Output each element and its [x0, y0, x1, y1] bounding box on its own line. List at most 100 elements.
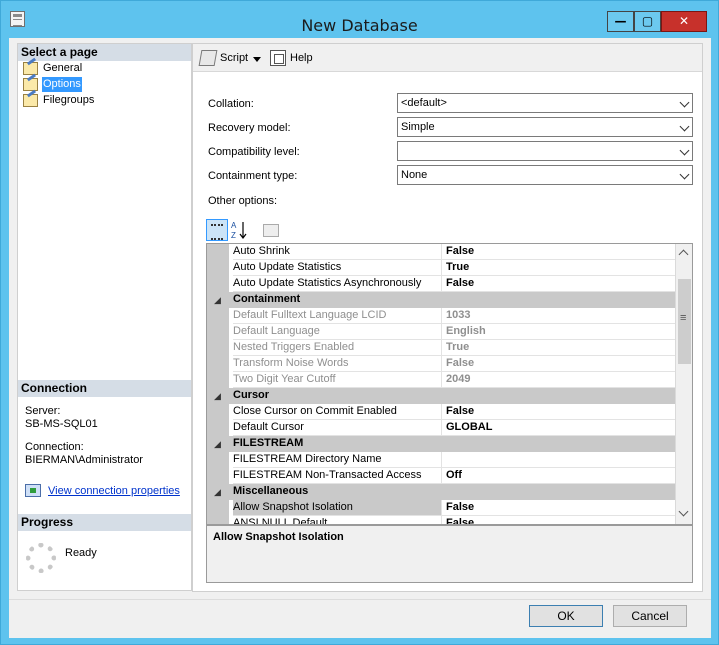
grid-category-row[interactable]: ◢ Cursor — [207, 388, 675, 404]
containment-type-label: Containment type: — [208, 170, 298, 182]
grid-property-row[interactable]: Allow Snapshot Isolation False — [207, 500, 675, 516]
row-gutter — [207, 468, 229, 484]
property-name: Nested Triggers Enabled — [233, 340, 441, 356]
page-item-label: General — [43, 62, 83, 74]
property-value[interactable]: True — [441, 340, 675, 356]
grid-property-row[interactable]: Close Cursor on Commit Enabled False — [207, 404, 675, 420]
page-item-filegroups[interactable]: Filegroups — [21, 93, 95, 108]
grid-property-row[interactable]: Auto Update Statistics Asynchronously Fal… — [207, 276, 675, 292]
server-value: SB-MS-SQL01 — [25, 418, 98, 430]
left-pane: Select a page General Options Filegroups… — [17, 43, 192, 591]
collation-select[interactable]: <default> — [397, 93, 693, 113]
grid-property-row[interactable]: Two Digit Year Cutoff 2049 — [207, 372, 675, 388]
property-value[interactable]: Off — [441, 468, 675, 484]
row-gutter — [207, 516, 229, 524]
collapse-toggle-icon[interactable]: ◢ — [214, 389, 221, 404]
grid-property-row[interactable]: Default Cursor GLOBAL — [207, 420, 675, 436]
grid-category-row[interactable]: ◢ FILESTREAM — [207, 436, 675, 452]
property-value[interactable]: False — [441, 500, 675, 516]
grid-category-row[interactable]: ◢ Containment — [207, 292, 675, 308]
scroll-thumb[interactable] — [678, 279, 691, 364]
grid-category-row[interactable]: ◢ Miscellaneous — [207, 484, 675, 500]
grid-property-row[interactable]: Transform Noise Words False — [207, 356, 675, 372]
grid-property-row[interactable]: Default Fulltext Language LCID 1033 — [207, 308, 675, 324]
collation-value: <default> — [401, 97, 447, 109]
other-options-label: Other options: — [208, 195, 278, 207]
property-name: FILESTREAM Non-Transacted Access — [233, 468, 441, 484]
cancel-button[interactable]: Cancel — [613, 605, 687, 627]
page-item-label: Filegroups — [43, 94, 95, 106]
containment-type-select[interactable]: None — [397, 165, 693, 185]
compatibility-level-label: Compatibility level: — [208, 146, 300, 158]
property-name: Auto Update Statistics Asynchronously — [233, 276, 441, 292]
grid-property-row[interactable]: FILESTREAM Directory Name — [207, 452, 675, 468]
script-dropdown-arrow-icon[interactable] — [253, 57, 261, 62]
minimize-button[interactable]: — — [607, 11, 634, 32]
connection-properties-icon — [25, 484, 41, 497]
scroll-up-arrow-icon[interactable] — [678, 249, 689, 260]
collation-label: Collation: — [208, 98, 254, 110]
chevron-down-icon — [679, 169, 690, 180]
right-pane: Script Help Collation: <default> Recover… — [192, 43, 703, 592]
title-bar[interactable]: New Database — ▢ ✕ — [1, 1, 718, 37]
row-gutter — [207, 276, 229, 292]
connection-header: Connection — [18, 380, 191, 397]
property-name: Default Cursor — [233, 420, 441, 436]
grid-property-row[interactable]: Nested Triggers Enabled True — [207, 340, 675, 356]
vertical-scrollbar[interactable] — [675, 244, 692, 524]
alphabetical-sort-icon[interactable]: A Z — [228, 219, 250, 241]
close-button[interactable]: ✕ — [661, 11, 707, 32]
category-name: Cursor — [233, 389, 270, 401]
wrench-page-icon — [23, 62, 38, 75]
script-icon — [198, 50, 218, 66]
grid-property-row[interactable]: Auto Shrink False — [207, 244, 675, 260]
property-value[interactable]: False — [441, 244, 675, 260]
help-button[interactable]: Help — [270, 50, 313, 66]
property-value[interactable]: True — [441, 260, 675, 276]
maximize-button[interactable]: ▢ — [634, 11, 661, 32]
grid-property-row[interactable]: Default Language English — [207, 324, 675, 340]
view-connection-properties-link[interactable]: View connection properties — [25, 484, 180, 499]
script-button[interactable]: Script — [198, 50, 249, 66]
property-description-panel: Allow Snapshot Isolation — [206, 525, 693, 583]
grid-property-row[interactable]: ANSI NULL Default False — [207, 516, 675, 524]
property-value[interactable]: 1033 — [441, 308, 675, 324]
category-name: FILESTREAM — [233, 437, 304, 449]
page-item-general[interactable]: General — [21, 61, 83, 76]
grid-property-row[interactable]: Auto Update Statistics True — [207, 260, 675, 276]
svg-text:A: A — [231, 221, 237, 230]
property-name: Close Cursor on Commit Enabled — [233, 404, 441, 420]
view-connection-properties-text[interactable]: View connection properties — [48, 485, 180, 497]
row-gutter — [207, 452, 229, 468]
scroll-down-arrow-icon[interactable] — [678, 506, 689, 517]
wrench-page-icon — [23, 94, 38, 107]
property-name: Default Fulltext Language LCID — [233, 308, 441, 324]
row-gutter — [207, 244, 229, 260]
page-item-options[interactable]: Options — [21, 77, 82, 92]
chevron-down-icon — [679, 97, 690, 108]
button-separator — [9, 599, 711, 600]
property-value[interactable]: False — [441, 276, 675, 292]
ok-button[interactable]: OK — [529, 605, 603, 627]
script-label: Script — [220, 52, 249, 64]
collapse-toggle-icon[interactable]: ◢ — [214, 485, 221, 500]
property-value[interactable]: GLOBAL — [441, 420, 675, 436]
row-gutter — [207, 260, 229, 276]
property-value[interactable]: False — [441, 404, 675, 420]
row-gutter — [207, 500, 229, 516]
collapse-toggle-icon[interactable]: ◢ — [214, 293, 221, 308]
compatibility-level-select[interactable] — [397, 141, 693, 161]
property-value[interactable] — [441, 452, 675, 468]
property-value[interactable]: False — [441, 356, 675, 372]
recovery-model-select[interactable]: Simple — [397, 117, 693, 137]
property-value[interactable]: 2049 — [441, 372, 675, 388]
property-value[interactable]: False — [441, 516, 675, 524]
property-value[interactable]: English — [441, 324, 675, 340]
property-name: FILESTREAM Directory Name — [233, 452, 441, 468]
grid-property-row[interactable]: FILESTREAM Non-Transacted Access Off — [207, 468, 675, 484]
property-name: Auto Shrink — [233, 244, 441, 260]
row-gutter — [207, 308, 229, 324]
collapse-toggle-icon[interactable]: ◢ — [214, 437, 221, 452]
chevron-down-icon — [679, 145, 690, 156]
categorized-view-icon[interactable] — [206, 219, 228, 241]
